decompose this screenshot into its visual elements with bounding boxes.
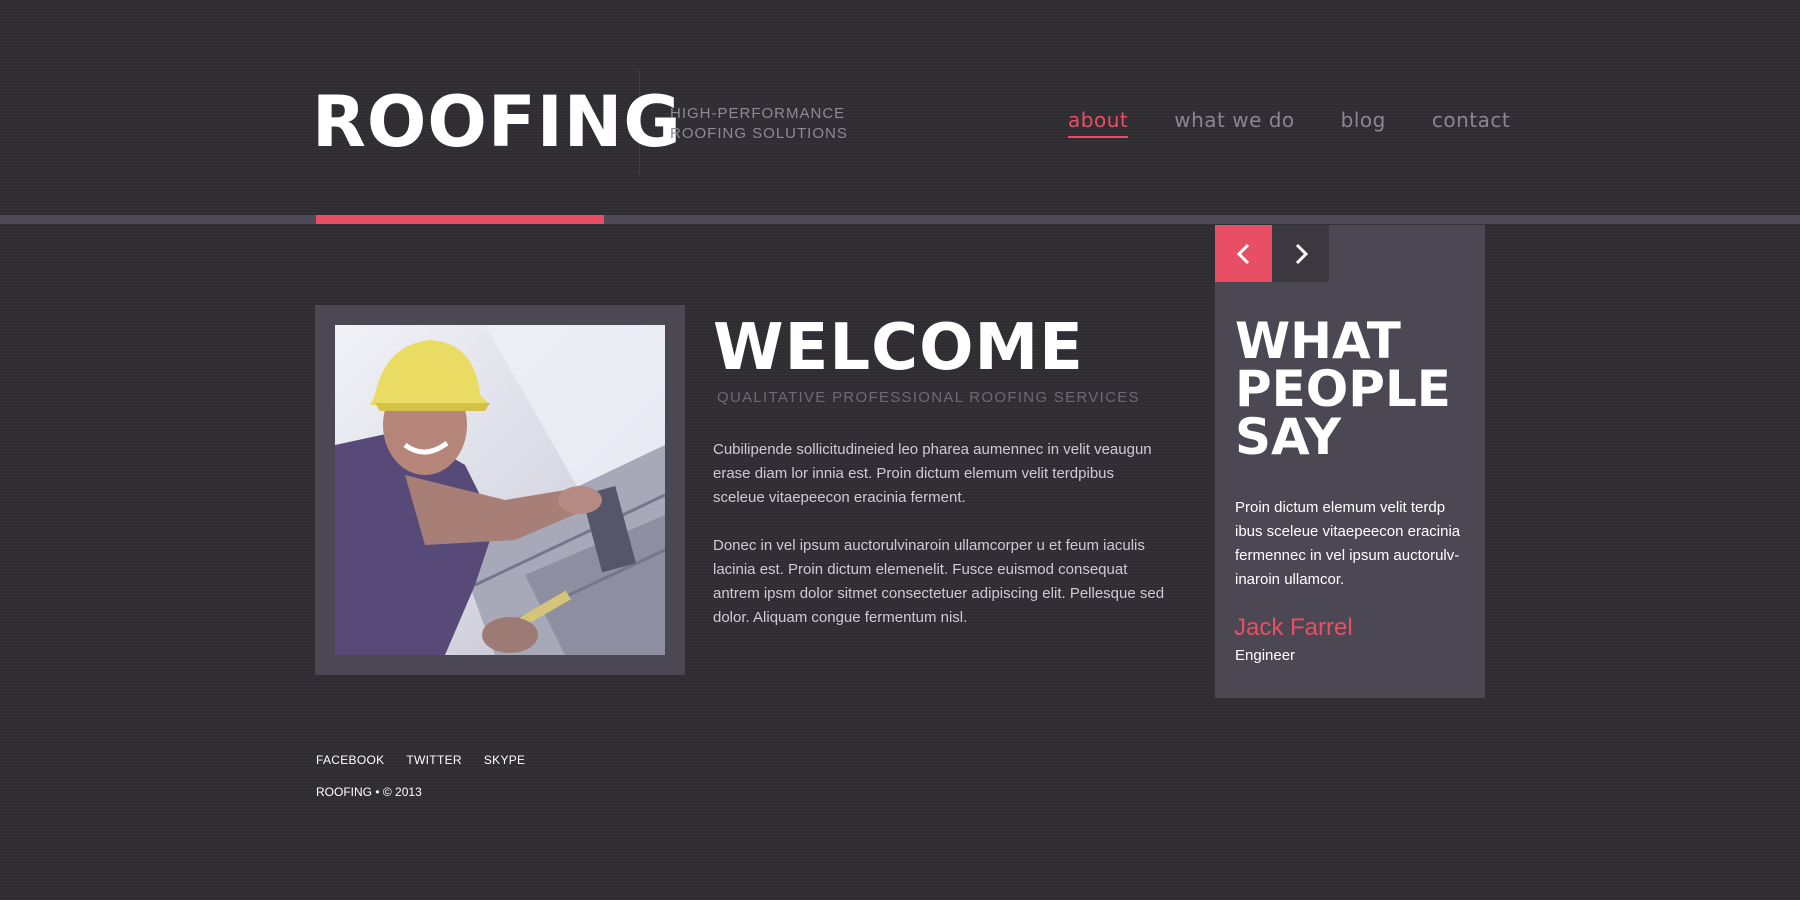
testimonial-prev-button[interactable] (1215, 225, 1272, 282)
nav-item-contact[interactable]: contact (1432, 108, 1510, 138)
welcome-paragraph-1: Cubilipende sollicitudineied leo pharea … (713, 441, 1152, 506)
photo-frame (315, 305, 685, 675)
testimonial-role: Engineer (1235, 647, 1296, 664)
header-band-accent (316, 215, 604, 224)
footer-link-skype[interactable]: SKYPE (484, 753, 526, 767)
nav-item-what-we-do[interactable]: what we do (1174, 108, 1294, 138)
testimonial-title-line-1: WHAT (1235, 312, 1401, 370)
testimonial-panel: WHAT PEOPLE SAY Proin dictum elemum veli… (1215, 225, 1485, 698)
nav-item-about[interactable]: about (1068, 108, 1129, 138)
welcome-title: WELCOME (713, 311, 1084, 385)
welcome-paragraph-2: Donec in vel ipsum auctorulvinaroin ulla… (713, 537, 1165, 626)
header-band (0, 215, 1800, 224)
testimonial-next-button[interactable] (1272, 225, 1329, 282)
welcome-body: Cubilipende sollicitudineied leo pharea … (713, 438, 1168, 654)
header-divider (639, 70, 640, 174)
chevron-left-icon (1236, 243, 1249, 264)
footer-social-links: FACEBOOK TWITTER SKYPE (316, 753, 547, 767)
main-nav: about what we do blog contact (1068, 108, 1510, 138)
testimonial-quote: Proin dictum elemum velit terdp ibus sce… (1235, 499, 1461, 588)
roofer-illustration (335, 325, 665, 655)
testimonial-title-line-2: PEOPLE (1235, 360, 1451, 418)
footer-link-twitter[interactable]: TWITTER (406, 753, 461, 767)
site-logo[interactable]: ROOFING (312, 82, 682, 162)
nav-item-blog[interactable]: blog (1341, 108, 1386, 138)
testimonial-title: WHAT PEOPLE SAY (1235, 312, 1475, 466)
page: ROOFING HIGH-PERFORMANCE ROOFING SOLUTIO… (0, 0, 1800, 900)
tagline-line-1: HIGH-PERFORMANCE (670, 105, 846, 122)
chevron-right-icon (1295, 243, 1308, 264)
tagline-line-2: ROOFING SOLUTIONS (670, 125, 848, 142)
testimonial-title-line-3: SAY (1235, 408, 1342, 466)
site-tagline: HIGH-PERFORMANCE ROOFING SOLUTIONS (670, 104, 848, 144)
welcome-subtitle: QUALITATIVE PROFESSIONAL ROOFING SERVICE… (717, 389, 1140, 406)
testimonial-author: Jack Farrel (1234, 614, 1353, 641)
footer-copyright: ROOFING • © 2013 (316, 785, 422, 799)
roofer-photo (335, 325, 665, 655)
footer-link-facebook[interactable]: FACEBOOK (316, 753, 384, 767)
